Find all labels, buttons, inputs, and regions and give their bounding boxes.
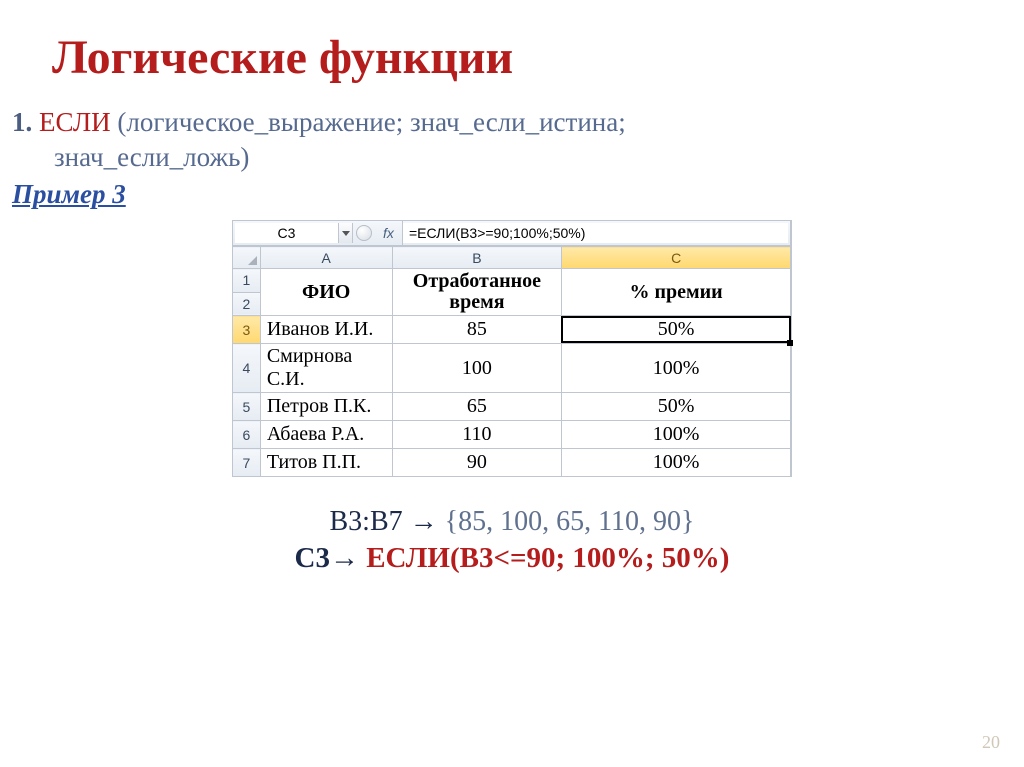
page-number: 20 [982, 732, 1000, 753]
arrow-icon: → [410, 505, 438, 536]
cell[interactable]: 110 [392, 421, 562, 449]
header-cell-a[interactable]: ФИО [260, 269, 392, 316]
syntax-line-1: 1. ЕСЛИ (логическое_выражение; знач_если… [12, 107, 984, 138]
cell[interactable]: Иванов И.И. [260, 316, 392, 344]
cell[interactable]: 90 [392, 449, 562, 477]
cell[interactable]: 65 [392, 393, 562, 421]
example-label: Пример 3 [12, 179, 984, 210]
cell[interactable]: Смирнова С.И. [260, 344, 392, 393]
cell[interactable]: 85 [392, 316, 562, 344]
active-cell[interactable]: 50% [562, 316, 791, 344]
row-header[interactable]: 5 [233, 393, 261, 421]
col-header-b[interactable]: B [392, 247, 562, 269]
name-box-value: C3 [235, 225, 338, 241]
cell-ref: C3 [295, 542, 330, 574]
chevron-down-icon [342, 231, 350, 236]
cell[interactable]: 100% [562, 344, 791, 393]
cell[interactable]: 100 [392, 344, 562, 393]
name-box[interactable]: C3 [235, 223, 353, 243]
row-header[interactable]: 7 [233, 449, 261, 477]
cell[interactable]: 50% [562, 393, 791, 421]
syntax-line-2: знач_если_ложь) [54, 142, 984, 173]
row-header[interactable]: 3 [233, 316, 261, 344]
header-cell-b[interactable]: Отработанное время [392, 269, 562, 316]
name-box-dropdown[interactable] [338, 223, 352, 243]
select-all-corner[interactable] [233, 247, 261, 269]
function-name: ЕСЛИ [39, 107, 111, 137]
slide-title: Логические функции [52, 30, 984, 85]
cell[interactable]: Титов П.П. [260, 449, 392, 477]
cancel-icon[interactable] [353, 221, 375, 245]
row-header[interactable]: 6 [233, 421, 261, 449]
row-header[interactable]: 1 [233, 269, 261, 293]
row-header[interactable]: 4 [233, 344, 261, 393]
arrow-icon: → [330, 542, 366, 574]
cell[interactable]: 100% [562, 449, 791, 477]
header-cell-c[interactable]: % премии [562, 269, 791, 316]
spreadsheet-grid: A B C 1 ФИО Отработанное время % премии … [232, 246, 791, 477]
fx-button[interactable]: fx [375, 221, 403, 245]
cell[interactable]: Петров П.К. [260, 393, 392, 421]
row-header[interactable]: 2 [233, 292, 261, 316]
col-header-c[interactable]: C [562, 247, 791, 269]
formula-input[interactable]: =ЕСЛИ(B3>=90;100%;50%) [403, 223, 788, 243]
fill-handle[interactable] [787, 340, 793, 346]
formula-line: C3→ ЕСЛИ(B3<=90; 100%; 50%) [40, 542, 984, 575]
formula-text: ЕСЛИ(B3<=90; 100%; 50%) [366, 542, 729, 574]
col-header-a[interactable]: A [260, 247, 392, 269]
range-values-line: B3:B7 → {85, 100, 65, 110, 90} [40, 505, 984, 538]
list-number: 1. [12, 107, 32, 137]
range-ref: B3:B7 [330, 506, 410, 537]
cell[interactable]: Абаева Р.А. [260, 421, 392, 449]
formula-bar: C3 fx =ЕСЛИ(B3>=90;100%;50%) [232, 220, 791, 246]
range-values: {85, 100, 65, 110, 90} [438, 506, 695, 537]
syntax-rest1: (логическое_выражение; знач_если_истина; [111, 107, 626, 137]
cell[interactable]: 100% [562, 421, 791, 449]
spreadsheet-screenshot: C3 fx =ЕСЛИ(B3>=90;100%;50%) A B C 1 ФИО… [232, 220, 792, 477]
